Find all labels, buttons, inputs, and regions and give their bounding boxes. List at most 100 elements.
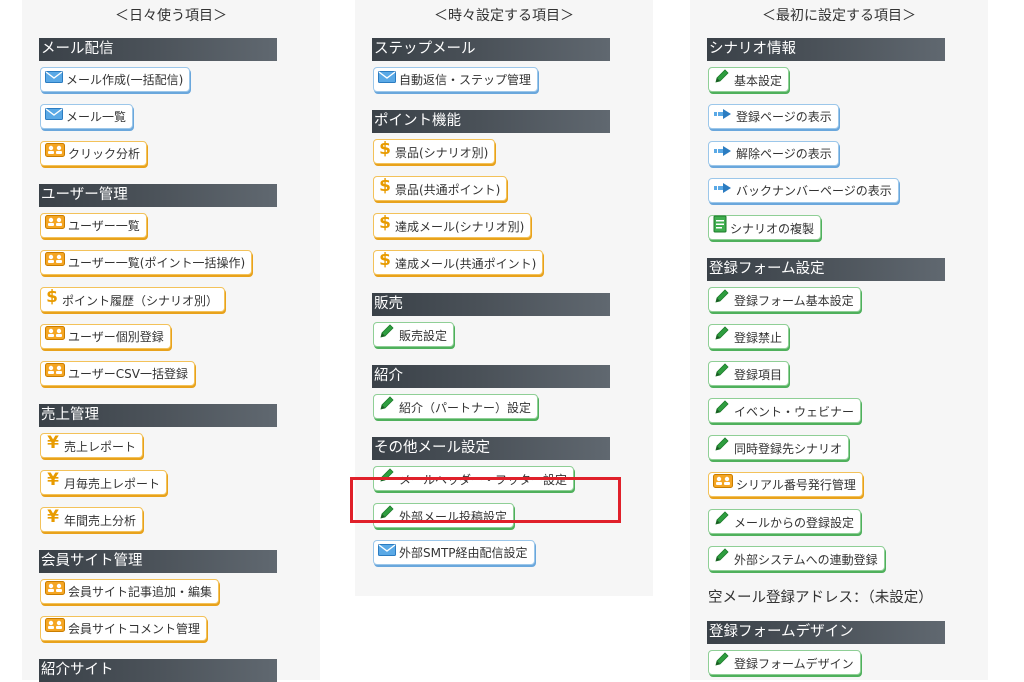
pencil-icon [713, 509, 731, 536]
svg-text:¥: ¥ [47, 507, 59, 525]
svg-text:$: $ [379, 213, 391, 231]
auto-reply-step-button[interactable]: 自動返信・ステップ管理 [373, 67, 539, 92]
duplicate-scenario-button[interactable]: シナリオの複製 [708, 215, 822, 242]
users-icon [45, 579, 65, 604]
pencil-icon [713, 650, 731, 677]
user-register-label: ユーザー個別登録 [68, 330, 164, 344]
register-form-design-button[interactable]: 登録フォームデザイン [708, 650, 861, 675]
external-system-register-button[interactable]: 外部システムへの連動登録 [708, 546, 885, 571]
click-analysis-label: クリック分析 [68, 147, 141, 161]
achievement-mail-common-label: 達成メール(共通ポイント) [395, 257, 537, 271]
basic-settings-label: 基本設定 [734, 74, 783, 88]
svg-text:$: $ [379, 139, 391, 157]
document-icon [713, 215, 727, 242]
svg-text:¥: ¥ [47, 470, 59, 488]
pencil-icon [713, 287, 731, 314]
achievement-mail-scenario-button[interactable]: $ 達成メール(シナリオ別) [373, 213, 532, 240]
empty-mail-register-address: 空メール登録アドレス：（未設定） [708, 590, 933, 606]
user-list-points-button[interactable]: ユーザー一覧(ポイント一括操作) [40, 250, 253, 275]
event-webinar-label: イベント・ウェビナー [734, 405, 855, 419]
section-header-register-form-settings: 登録フォーム設定 [707, 258, 945, 281]
mail-list-label: メール一覧 [66, 110, 127, 124]
register-block-button[interactable]: 登録禁止 [708, 324, 790, 349]
pencil-icon [713, 546, 731, 573]
duplicate-scenario-label: シナリオの複製 [730, 222, 815, 236]
arrow-icon [713, 178, 733, 203]
pencil-icon [713, 361, 731, 388]
prize-common-button[interactable]: $ 景品(共通ポイント) [373, 176, 508, 203]
achievement-mail-common-button[interactable]: $ 達成メール(共通ポイント) [373, 250, 544, 275]
member-site-article-label: 会員サイト記事追加・編集 [68, 585, 213, 599]
user-csv-import-button[interactable]: ユーザーCSV一括登録 [40, 361, 195, 386]
pencil-icon [713, 435, 731, 462]
create-mail-button[interactable]: メール作成(一括配信) [40, 67, 191, 92]
mail-list-button[interactable]: メール一覧 [40, 104, 134, 129]
highlight-box [350, 477, 621, 523]
svg-text:$: $ [379, 250, 391, 268]
serial-number-management-button[interactable]: シリアル番号発行管理 [708, 472, 863, 497]
svg-text:¥: ¥ [47, 433, 59, 451]
section-header-other-mail-settings: その他メール設定 [372, 437, 610, 460]
user-list-button[interactable]: ユーザー一覧 [40, 213, 147, 238]
simultaneous-register-scenario-button[interactable]: 同時登録先シナリオ [708, 435, 850, 462]
point-history-button[interactable]: $ ポイント履歴（シナリオ別） [40, 287, 226, 314]
dollar-icon: $ [378, 176, 392, 203]
dollar-icon: $ [45, 287, 59, 314]
sales-settings-button[interactable]: 販売設定 [373, 322, 455, 349]
sales-settings-label: 販売設定 [399, 329, 448, 343]
mail-icon [378, 540, 396, 565]
users-icon [45, 250, 65, 275]
external-smtp-settings-button[interactable]: 外部SMTP経由配信設定 [373, 540, 535, 565]
users-icon [45, 361, 65, 386]
user-register-button[interactable]: ユーザー個別登録 [40, 324, 171, 349]
show-unsubscribe-page-button[interactable]: 解除ページの表示 [708, 141, 839, 166]
pencil-icon [378, 322, 396, 349]
prize-scenario-label: 景品(シナリオ別) [395, 146, 489, 160]
member-site-comment-button[interactable]: 会員サイトコメント管理 [40, 616, 208, 641]
column-title: ＜日々使う項目＞ [115, 8, 227, 24]
member-site-article-button[interactable]: 会員サイト記事追加・編集 [40, 579, 220, 604]
yen-icon: ¥ [45, 507, 61, 534]
register-fields-label: 登録項目 [734, 368, 783, 382]
register-fields-button[interactable]: 登録項目 [708, 361, 790, 388]
monthly-sales-report-label: 月毎売上レポート [64, 477, 161, 491]
section-header-user-management: ユーザー管理 [39, 184, 277, 207]
annual-sales-analysis-button[interactable]: ¥ 年間売上分析 [40, 507, 144, 534]
initial-setup-column: ＜最初に設定する項目＞ シナリオ情報 基本設定 登録ページの表示 解除ページの表… [690, 0, 988, 680]
pencil-icon [713, 67, 731, 94]
member-site-comment-label: 会員サイトコメント管理 [68, 622, 201, 636]
svg-text:$: $ [379, 176, 391, 194]
user-csv-import-label: ユーザーCSV一括登録 [68, 367, 188, 381]
show-register-page-label: 登録ページの表示 [736, 110, 832, 124]
event-webinar-button[interactable]: イベント・ウェビナー [708, 398, 862, 425]
register-from-mail-settings-button[interactable]: メールからの登録設定 [708, 509, 862, 536]
column-title: ＜最初に設定する項目＞ [762, 8, 916, 24]
register-form-basic-settings-button[interactable]: 登録フォーム基本設定 [708, 287, 861, 312]
click-analysis-button[interactable]: クリック分析 [40, 141, 148, 166]
users-icon [45, 616, 65, 641]
svg-text:$: $ [46, 287, 58, 305]
yen-icon: ¥ [45, 433, 61, 460]
arrow-icon [713, 104, 733, 129]
serial-number-management-label: シリアル番号発行管理 [736, 478, 856, 492]
section-header-scenario-info: シナリオ情報 [707, 38, 945, 61]
daily-items-column: ＜日々使う項目＞ メール配信 メール作成(一括配信) メール一覧 クリック分析 … [22, 0, 320, 682]
dollar-icon: $ [378, 213, 392, 240]
column-title: ＜時々設定する項目＞ [434, 8, 574, 24]
show-register-page-button[interactable]: 登録ページの表示 [708, 104, 839, 129]
referral-partner-settings-button[interactable]: 紹介（パートナー）設定 [373, 394, 539, 419]
pencil-icon [713, 398, 731, 425]
section-header-point-feature: ポイント機能 [372, 110, 610, 133]
user-list-label: ユーザー一覧 [68, 219, 140, 233]
simultaneous-register-scenario-label: 同時登録先シナリオ [734, 442, 843, 456]
basic-settings-button[interactable]: 基本設定 [708, 67, 790, 94]
arrow-icon [713, 141, 733, 166]
external-system-register-label: 外部システムへの連動登録 [734, 553, 878, 567]
sales-report-button[interactable]: ¥ 売上レポート [40, 433, 144, 460]
prize-scenario-button[interactable]: $ 景品(シナリオ別) [373, 139, 496, 164]
monthly-sales-report-button[interactable]: ¥ 月毎売上レポート [40, 470, 168, 495]
users-icon [45, 213, 65, 238]
show-backnumber-page-button[interactable]: バックナンバーページの表示 [708, 178, 899, 203]
auto-reply-step-label: 自動返信・ステップ管理 [399, 73, 532, 87]
mail-icon [378, 67, 396, 92]
